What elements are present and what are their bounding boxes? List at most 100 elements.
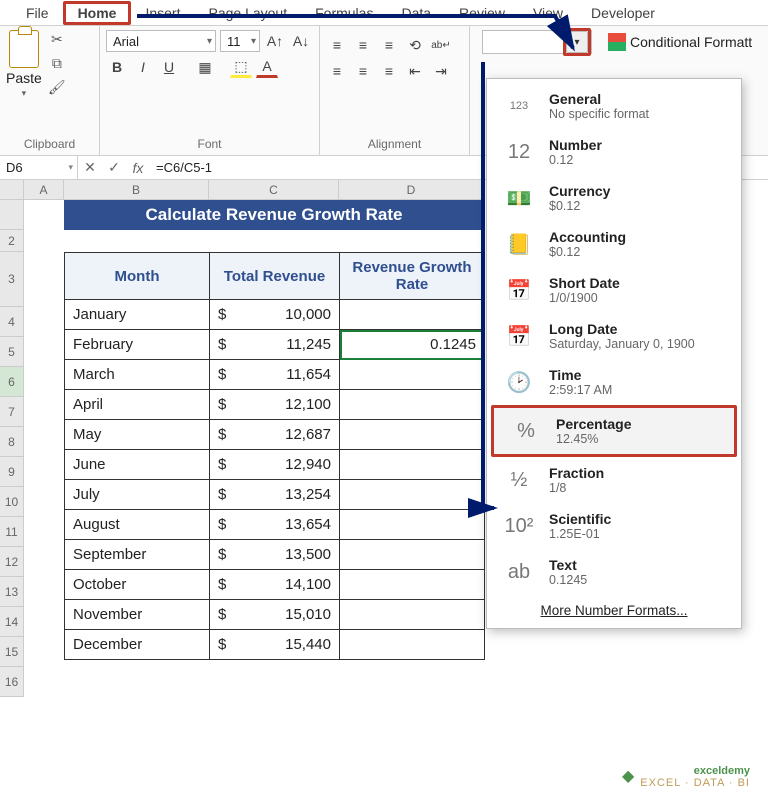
cell-growth[interactable] xyxy=(340,360,485,390)
table-row[interactable]: January$10,000 xyxy=(65,300,485,330)
row-header[interactable]: 14 xyxy=(0,607,24,637)
cell-growth[interactable] xyxy=(340,450,485,480)
name-box[interactable]: D6 xyxy=(0,156,78,180)
align-center-icon[interactable]: ≡ xyxy=(352,60,374,82)
format-option-time[interactable]: 🕑Time2:59:17 AM xyxy=(487,359,741,405)
tab-home[interactable]: Home xyxy=(63,1,132,25)
cell-growth[interactable] xyxy=(340,570,485,600)
cell-growth[interactable] xyxy=(340,540,485,570)
table-row[interactable]: April$12,100 xyxy=(65,390,485,420)
row-header[interactable] xyxy=(0,200,24,230)
cell-total[interactable]: $12,100 xyxy=(210,390,340,420)
cancel-icon[interactable]: ✕ xyxy=(78,159,102,176)
cell-month[interactable]: December xyxy=(65,630,210,660)
table-row[interactable]: October$14,100 xyxy=(65,570,485,600)
cell-total[interactable]: $11,654 xyxy=(210,360,340,390)
table-row[interactable]: March$11,654 xyxy=(65,360,485,390)
cell-month[interactable]: April xyxy=(65,390,210,420)
table-row[interactable]: September$13,500 xyxy=(65,540,485,570)
cell-growth[interactable] xyxy=(340,420,485,450)
bold-button[interactable]: B xyxy=(106,56,128,78)
cell-total[interactable]: $10,000 xyxy=(210,300,340,330)
cell-month[interactable]: June xyxy=(65,450,210,480)
align-right-icon[interactable]: ≡ xyxy=(378,60,400,82)
cell-growth[interactable] xyxy=(340,600,485,630)
row-header[interactable]: 11 xyxy=(0,517,24,547)
cell-growth[interactable] xyxy=(340,510,485,540)
fx-icon[interactable]: fx xyxy=(126,160,150,176)
cell-month[interactable]: September xyxy=(65,540,210,570)
row-header[interactable]: 10 xyxy=(0,487,24,517)
format-option-currency[interactable]: 💵Currency$0.12 xyxy=(487,175,741,221)
format-option-scientific[interactable]: 10²Scientific1.25E-01 xyxy=(487,503,741,549)
more-number-formats[interactable]: More Number Formats... xyxy=(487,595,741,622)
format-option-general[interactable]: 123GeneralNo specific format xyxy=(487,83,741,129)
cell-total[interactable]: $11,245 xyxy=(210,330,340,360)
select-all-corner[interactable] xyxy=(0,180,24,200)
cell-month[interactable]: November xyxy=(65,600,210,630)
format-option-long-date[interactable]: 📅Long DateSaturday, January 0, 1900 xyxy=(487,313,741,359)
cell-growth[interactable] xyxy=(340,480,485,510)
format-option-text[interactable]: abText0.1245 xyxy=(487,549,741,595)
cell-growth[interactable] xyxy=(340,390,485,420)
cell-month[interactable]: May xyxy=(65,420,210,450)
format-option-accounting[interactable]: 📒Accounting$0.12 xyxy=(487,221,741,267)
cell-total[interactable]: $14,100 xyxy=(210,570,340,600)
table-row[interactable]: August$13,654 xyxy=(65,510,485,540)
col-b[interactable]: B xyxy=(64,180,209,200)
table-row[interactable]: December$15,440 xyxy=(65,630,485,660)
cell-month[interactable]: August xyxy=(65,510,210,540)
cell-growth[interactable] xyxy=(340,630,485,660)
col-d[interactable]: D xyxy=(339,180,484,200)
cell-total[interactable]: $12,940 xyxy=(210,450,340,480)
table-row[interactable]: May$12,687 xyxy=(65,420,485,450)
cell-total[interactable]: $12,687 xyxy=(210,420,340,450)
row-header[interactable]: 3 xyxy=(0,252,24,307)
table-row[interactable]: July$13,254 xyxy=(65,480,485,510)
col-a[interactable]: A xyxy=(24,180,64,200)
cell-growth[interactable] xyxy=(340,300,485,330)
row-header[interactable]: 8 xyxy=(0,427,24,457)
align-left-icon[interactable]: ≡ xyxy=(326,60,348,82)
table-row[interactable]: November$15,010 xyxy=(65,600,485,630)
format-title: Accounting xyxy=(549,229,626,245)
row-header[interactable]: 15 xyxy=(0,637,24,667)
cell-total[interactable]: $13,500 xyxy=(210,540,340,570)
enter-icon[interactable]: ✓ xyxy=(102,159,126,176)
cut-icon[interactable]: ✂ xyxy=(48,30,66,48)
cell-total[interactable]: $15,440 xyxy=(210,630,340,660)
tab-developer[interactable]: Developer xyxy=(577,2,669,24)
cell-total[interactable]: $13,254 xyxy=(210,480,340,510)
conditional-formatting-button[interactable]: Conditional Formatt xyxy=(602,31,758,53)
format-option-number[interactable]: 12Number0.12 xyxy=(487,129,741,175)
copy-icon[interactable]: ⧉ xyxy=(48,54,66,72)
row-header[interactable]: 2 xyxy=(0,230,24,252)
row-header[interactable]: 12 xyxy=(0,547,24,577)
cell-growth[interactable]: 0.1245 xyxy=(340,330,485,360)
cell-total[interactable]: $13,654 xyxy=(210,510,340,540)
indent-right-icon[interactable]: ⇥ xyxy=(430,60,452,82)
row-header[interactable]: 6 xyxy=(0,367,24,397)
format-painter-icon[interactable]: 🖌 xyxy=(48,78,66,96)
format-option-percentage[interactable]: %Percentage12.45% xyxy=(491,405,737,457)
row-header[interactable]: 4 xyxy=(0,307,24,337)
tab-file[interactable]: File xyxy=(12,2,63,24)
table-row[interactable]: February$11,2450.1245 xyxy=(65,330,485,360)
table-row[interactable]: June$12,940 xyxy=(65,450,485,480)
cell-month[interactable]: January xyxy=(65,300,210,330)
col-c[interactable]: C xyxy=(209,180,339,200)
cell-total[interactable]: $15,010 xyxy=(210,600,340,630)
row-header[interactable]: 5 xyxy=(0,337,24,367)
format-option-short-date[interactable]: 📅Short Date1/0/1900 xyxy=(487,267,741,313)
row-header[interactable]: 7 xyxy=(0,397,24,427)
indent-left-icon[interactable]: ⇤ xyxy=(404,60,426,82)
row-header[interactable]: 13 xyxy=(0,577,24,607)
paste-button[interactable]: Paste ▾ xyxy=(6,30,42,99)
cell-month[interactable]: March xyxy=(65,360,210,390)
row-header[interactable]: 9 xyxy=(0,457,24,487)
cell-month[interactable]: October xyxy=(65,570,210,600)
cell-month[interactable]: February xyxy=(65,330,210,360)
row-header[interactable]: 16 xyxy=(0,667,24,697)
format-option-fraction[interactable]: ½Fraction1/8 xyxy=(487,457,741,503)
cell-month[interactable]: July xyxy=(65,480,210,510)
